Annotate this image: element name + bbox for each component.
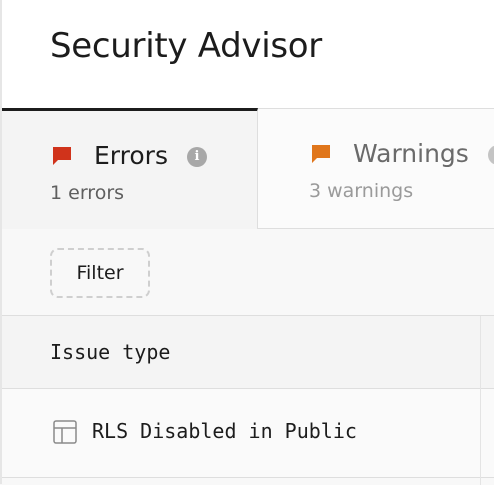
issue-name: RLS Disabled in Public <box>92 419 357 443</box>
tab-warnings[interactable]: Warnings i 3 warnings <box>258 108 494 229</box>
table-header: Issue type <box>2 316 494 389</box>
page-title: Security Advisor <box>50 26 322 66</box>
issues-table: Issue type RLS Disabled in Public <box>2 315 494 485</box>
severity-tabs: Errors i 1 errors Warnings i 3 warnings <box>2 108 494 229</box>
table-row[interactable]: RLS Disabled in Public <box>2 389 494 478</box>
tab-errors-count: 1 errors <box>50 182 125 204</box>
tab-errors[interactable]: Errors i 1 errors <box>2 108 258 229</box>
table-icon <box>53 420 77 444</box>
tab-warnings-label: Warnings <box>353 139 469 168</box>
column-header-issue-type[interactable]: Issue type <box>50 340 170 364</box>
column-divider <box>480 316 481 485</box>
tab-errors-label: Errors <box>94 141 168 170</box>
tab-warnings-count: 3 warnings <box>309 180 414 202</box>
page-header: Security Advisor <box>2 0 494 109</box>
error-flag-icon <box>53 147 71 165</box>
filter-button[interactable]: Filter <box>50 248 150 298</box>
info-icon[interactable]: i <box>488 145 494 165</box>
info-icon[interactable]: i <box>187 147 207 167</box>
warning-flag-icon <box>312 145 330 163</box>
